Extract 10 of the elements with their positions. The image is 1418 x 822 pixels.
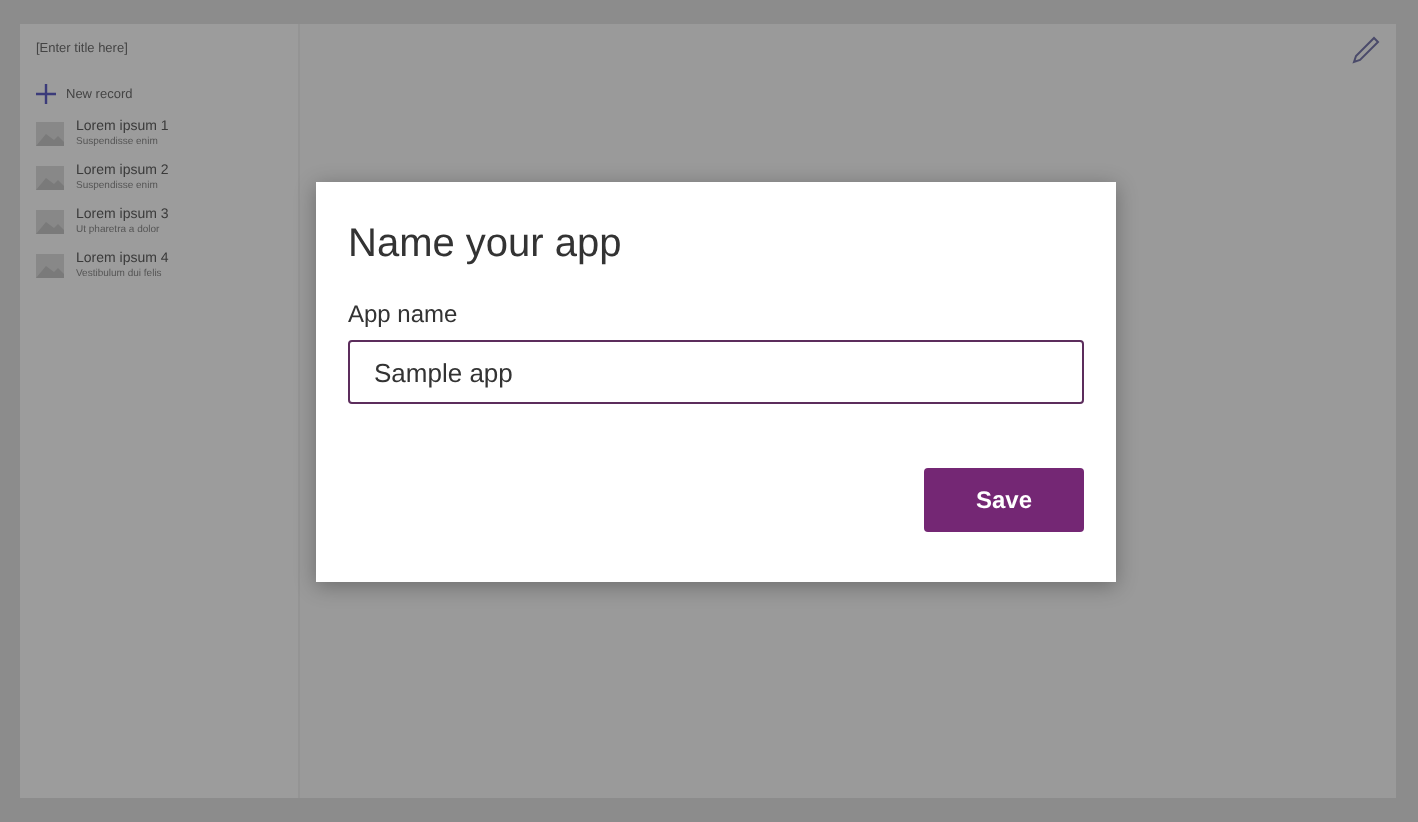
- image-placeholder-icon: [36, 254, 64, 278]
- image-placeholder-icon: [36, 122, 64, 146]
- dialog-title: Name your app: [348, 222, 624, 268]
- plus-icon: [36, 84, 56, 104]
- image-placeholder-icon: [36, 166, 64, 190]
- pencil-icon[interactable]: [1352, 36, 1380, 64]
- field-label: App name: [348, 300, 460, 328]
- image-placeholder-icon: [36, 210, 64, 234]
- save-button[interactable]: Save: [924, 468, 1084, 532]
- app-name-input[interactable]: Sample app: [348, 340, 1084, 404]
